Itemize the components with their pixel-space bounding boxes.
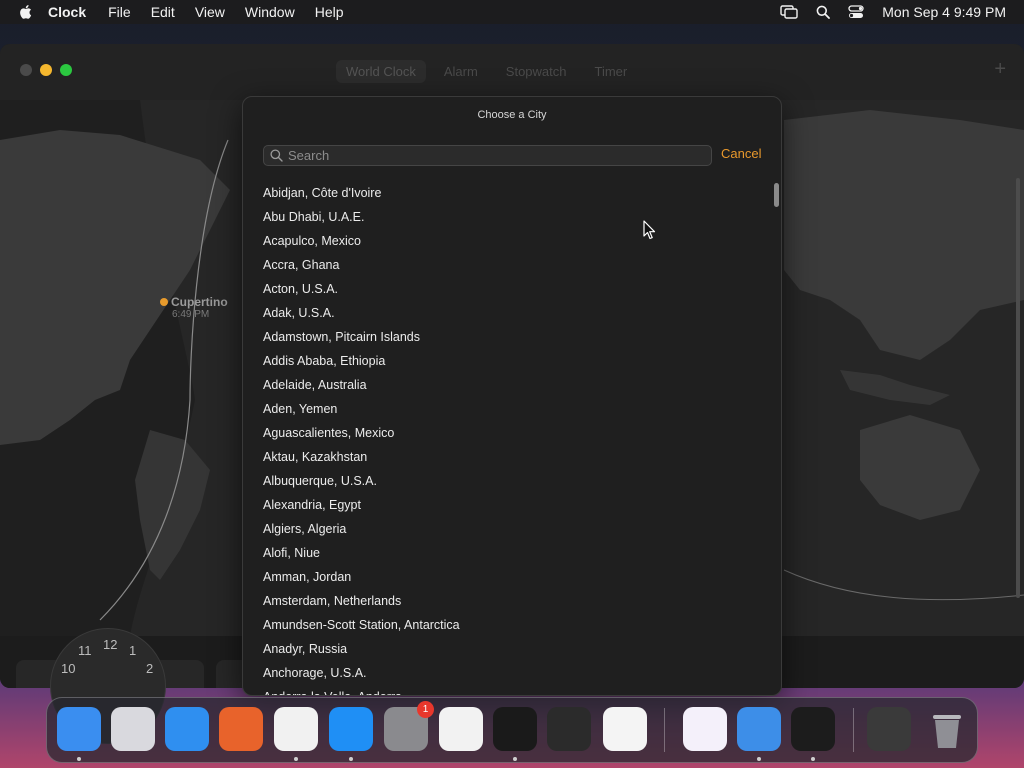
control-center-icon[interactable] (848, 5, 864, 19)
dock-running-indicator (811, 757, 815, 761)
sheet-title: Choose a City (477, 109, 547, 121)
dock-running-indicator (757, 757, 761, 761)
city-list-item[interactable]: Abu Dhabi, U.A.E. (263, 205, 763, 229)
tab-alarm[interactable]: Alarm (434, 60, 488, 83)
choose-city-sheet: Choose a City Cancel Abidjan, Côte d'Ivo… (242, 96, 782, 696)
clock-tabs: World Clock Alarm Stopwatch Timer (336, 60, 637, 83)
minimize-window-button[interactable] (40, 64, 52, 76)
menu-file[interactable]: File (108, 4, 131, 20)
city-list-item[interactable]: Amman, Jordan (263, 565, 763, 589)
menu-view[interactable]: View (195, 4, 225, 20)
city-list-item[interactable]: Acton, U.S.A. (263, 277, 763, 301)
city-list-scrollbar[interactable] (774, 183, 779, 207)
clock-number: 1 (129, 643, 137, 658)
zoom-window-button[interactable] (60, 64, 72, 76)
spotlight-search-icon[interactable] (816, 5, 831, 19)
search-input[interactable] (288, 148, 688, 163)
dock-terminal-icon[interactable] (493, 707, 537, 751)
city-search-field[interactable] (263, 145, 712, 166)
clock-number: 10 (61, 661, 76, 676)
city-list-item[interactable]: Accra, Ghana (263, 253, 763, 277)
close-window-button[interactable] (20, 64, 32, 76)
map-city-name: Cupertino (171, 295, 228, 309)
dock-running-indicator (513, 757, 517, 761)
dock-trash-icon[interactable] (925, 707, 969, 751)
mouse-cursor-icon (643, 220, 656, 240)
city-list-item[interactable]: Amundsen-Scott Station, Antarctica (263, 613, 763, 637)
cancel-button[interactable]: Cancel (721, 146, 761, 161)
city-list-item[interactable]: Amsterdam, Netherlands (263, 589, 763, 613)
city-list-item[interactable]: Adelaide, Australia (263, 373, 763, 397)
menu-edit[interactable]: Edit (151, 4, 175, 20)
menu-bar: Clock File Edit View Window Help Mon Sep… (0, 0, 1024, 24)
dock-separator (664, 708, 665, 752)
dock-running-indicator (77, 757, 81, 761)
city-list-item[interactable]: Albuquerque, U.S.A. (263, 469, 763, 493)
city-list-item[interactable]: Alexandria, Egypt (263, 493, 763, 517)
city-list-item[interactable]: Adak, U.S.A. (263, 301, 763, 325)
window-titlebar: World Clock Alarm Stopwatch Timer + (0, 44, 1024, 100)
cupertino-map-label[interactable]: Cupertino (160, 295, 228, 309)
dock-firefox-icon[interactable] (219, 707, 263, 751)
dock-running-indicator (349, 757, 353, 761)
dock-launchpad-icon[interactable] (111, 707, 155, 751)
dock-separator (853, 708, 854, 752)
dock-vscode-icon[interactable] (603, 707, 647, 751)
clock-number: 12 (103, 637, 118, 652)
dock-running-indicator (294, 757, 298, 761)
dock-visual-studio-icon[interactable] (683, 707, 727, 751)
city-list-item[interactable]: Anadyr, Russia (263, 637, 763, 661)
tab-stopwatch[interactable]: Stopwatch (496, 60, 577, 83)
dock-screenshot-preview-icon[interactable] (867, 707, 911, 751)
dock-safari-icon[interactable] (165, 707, 209, 751)
dock-clock-icon[interactable] (791, 707, 835, 751)
dock-finder-icon[interactable] (57, 707, 101, 751)
map-city-time: 6:49 PM (172, 309, 210, 320)
menu-bar-clock[interactable]: Mon Sep 4 9:49 PM (882, 4, 1006, 20)
dock: 1 (46, 697, 978, 763)
menu-window[interactable]: Window (245, 4, 295, 20)
dock-textedit-icon[interactable] (439, 707, 483, 751)
window-scrollbar[interactable] (1016, 178, 1020, 598)
tab-world-clock[interactable]: World Clock (336, 60, 426, 83)
city-location-dot (160, 298, 168, 306)
traffic-lights (20, 64, 72, 76)
add-city-button[interactable]: + (994, 58, 1006, 81)
city-list-item[interactable]: Aguascalientes, Mexico (263, 421, 763, 445)
city-list-item[interactable]: Adamstown, Pitcairn Islands (263, 325, 763, 349)
city-list-item[interactable]: Acapulco, Mexico (263, 229, 763, 253)
menu-help[interactable]: Help (315, 4, 344, 20)
city-list-item[interactable]: Abidjan, Côte d'Ivoire (263, 181, 763, 205)
city-list-item[interactable]: Aktau, Kazakhstan (263, 445, 763, 469)
city-list-item[interactable]: Aden, Yemen (263, 397, 763, 421)
dock-app-store-icon[interactable] (329, 707, 373, 751)
search-icon (270, 149, 283, 162)
city-list-item[interactable]: Alofi, Niue (263, 541, 763, 565)
apple-menu-icon[interactable] (18, 4, 32, 20)
screen-mirroring-icon[interactable] (780, 5, 798, 19)
menu-app-name[interactable]: Clock (48, 4, 86, 20)
dock-weather-icon[interactable] (737, 707, 781, 751)
city-list-item[interactable]: Addis Ababa, Ethiopia (263, 349, 763, 373)
dock-garageband-icon[interactable] (547, 707, 591, 751)
dock-system-settings-icon[interactable]: 1 (384, 701, 434, 751)
notification-badge: 1 (417, 701, 434, 718)
clock-number: 11 (78, 643, 92, 658)
city-list-item[interactable]: Anchorage, U.S.A. (263, 661, 763, 685)
tab-timer[interactable]: Timer (585, 60, 638, 83)
city-list-item[interactable]: Algiers, Algeria (263, 517, 763, 541)
dock-chrome-icon[interactable] (274, 707, 318, 751)
city-list[interactable]: Abidjan, Côte d'Ivoire Abu Dhabi, U.A.E. A… (263, 181, 763, 695)
clock-number: 2 (146, 661, 154, 676)
city-list-item[interactable]: Andorra la Vella, Andorra (263, 685, 763, 695)
